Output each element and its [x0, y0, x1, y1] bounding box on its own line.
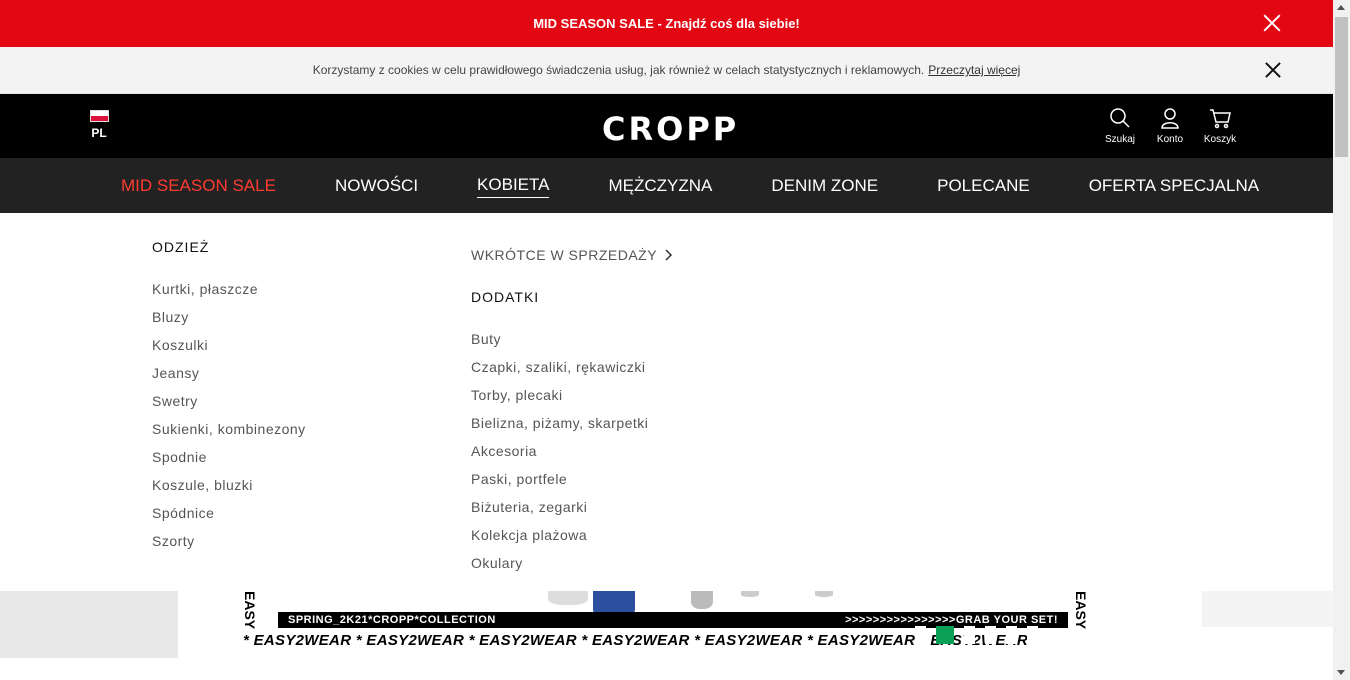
carousel-dot[interactable]: [964, 626, 975, 644]
nav-item-nowosci[interactable]: NOWOŚCI: [335, 174, 418, 198]
account-button[interactable]: Konto: [1153, 106, 1187, 145]
menu-link[interactable]: Buty: [471, 331, 673, 359]
main-navigation: MID SEASON SALE NOWOŚCI KOBIETA MĘŻCZYZN…: [0, 158, 1333, 213]
banner-image-left: [0, 591, 178, 658]
header: PL CROPP Szukaj Konto Koszyk: [0, 94, 1333, 158]
strip-left-text: SPRING_2K21*CROPP*COLLECTION: [288, 614, 496, 626]
nav-item-kobieta[interactable]: KOBIETA: [477, 173, 550, 198]
language-label: PL: [91, 126, 107, 140]
search-button[interactable]: Szukaj: [1103, 106, 1137, 145]
menu-link[interactable]: Spódnice: [152, 505, 306, 533]
nav-item-mezczyzna[interactable]: MĘŻCZYZNA: [608, 174, 712, 198]
menu-link[interactable]: Jeansy: [152, 365, 306, 393]
menu-link[interactable]: Paski, portfele: [471, 471, 673, 499]
dodatki-column: WKRÓTCE W SPRZEDAŻY DODATKI Buty Czapki,…: [471, 239, 673, 583]
carousel-dot[interactable]: [985, 626, 996, 644]
carousel-dot[interactable]: [915, 626, 926, 644]
search-icon: [1110, 108, 1130, 128]
cart-icon: [1210, 109, 1231, 129]
promo-text[interactable]: MID SEASON SALE - Znajdź coś dla siebie!: [533, 16, 800, 31]
page: MID SEASON SALE - Znajdź coś dla siebie!…: [0, 0, 1333, 680]
hero-banner[interactable]: SPRING_2K21*CROPP*COLLECTION >>>>>>>>>>>…: [0, 591, 1333, 680]
cart-button[interactable]: Koszyk: [1203, 106, 1237, 145]
shoe-image: [815, 591, 833, 597]
promo-bar[interactable]: MID SEASON SALE - Znajdź coś dla siebie!: [0, 0, 1333, 47]
banner-side-text: EASY: [1073, 591, 1088, 630]
chevron-right-icon: [665, 249, 673, 261]
account-label: Konto: [1156, 134, 1184, 145]
nav-item-oferta-specjalna[interactable]: OFERTA SPECJALNA: [1089, 174, 1259, 198]
menu-link[interactable]: Koszulki: [152, 337, 306, 365]
close-icon[interactable]: [1263, 14, 1281, 32]
menu-link[interactable]: Torby, plecaki: [471, 387, 673, 415]
menu-link[interactable]: Biżuteria, zegarki: [471, 499, 673, 527]
menu-link[interactable]: Czapki, szaliki, rękawiczki: [471, 359, 673, 387]
scrollbar[interactable]: [1333, 0, 1350, 680]
scrollbar-thumb[interactable]: [1335, 17, 1348, 157]
menu-link[interactable]: Koszule, bluzki: [152, 477, 306, 505]
poland-flag-icon: [89, 110, 109, 122]
cart-label: Koszyk: [1203, 134, 1237, 145]
coming-soon-link[interactable]: WKRÓTCE W SPRZEDAŻY: [471, 247, 673, 263]
banner-repeat-text: * EASY2WEAR * EASY2WEAR * EASY2WEAR * EA…: [243, 632, 1029, 649]
cookie-read-more-link[interactable]: Przeczytaj więcej: [928, 63, 1020, 77]
carousel-dot[interactable]: [936, 626, 954, 644]
carousel-dots: [915, 626, 1038, 644]
strip-right-text: >>>>>>>>>>>>>>>>GRAB YOUR SET!: [845, 614, 1058, 626]
menu-link[interactable]: Bielizna, piżamy, skarpetki: [471, 415, 673, 443]
menu-link[interactable]: Szorty: [152, 533, 306, 561]
user-icon: [1161, 108, 1179, 129]
shoe-image: [691, 591, 713, 609]
carousel-dot[interactable]: [1006, 626, 1017, 644]
menu-link[interactable]: Kolekcja plażowa: [471, 527, 673, 555]
odziez-heading[interactable]: ODZIEŻ: [152, 239, 306, 255]
mega-menu: ODZIEŻ Kurtki, płaszcze Bluzy Koszulki J…: [0, 213, 1333, 591]
nav-item-polecane[interactable]: POLECANE: [937, 174, 1030, 198]
scroll-up-icon[interactable]: [1337, 5, 1345, 10]
nav-item-denim-zone[interactable]: DENIM ZONE: [771, 174, 878, 198]
menu-link[interactable]: Bluzy: [152, 309, 306, 337]
search-label: Szukaj: [1104, 134, 1135, 145]
scroll-down-icon[interactable]: [1337, 670, 1345, 675]
banner-image-right: [1202, 591, 1333, 627]
cookie-text: Korzystamy z cookies w celu prawidłowego…: [312, 63, 925, 77]
menu-link[interactable]: Spodnie: [152, 449, 306, 477]
odziez-column: ODZIEŻ Kurtki, płaszcze Bluzy Koszulki J…: [152, 239, 306, 561]
menu-link[interactable]: Sukienki, kombinezony: [152, 421, 306, 449]
banner-side-text: EASY: [243, 591, 258, 630]
coming-soon-label: WKRÓTCE W SPRZEDAŻY: [471, 247, 658, 263]
menu-link[interactable]: Akcesoria: [471, 443, 673, 471]
header-tools: Szukaj Konto Koszyk: [1103, 106, 1237, 145]
menu-link[interactable]: Kurtki, płaszcze: [152, 281, 306, 309]
close-icon[interactable]: [1265, 62, 1281, 78]
dodatki-heading[interactable]: DODATKI: [471, 289, 673, 305]
cropp-logo[interactable]: CROPP: [602, 110, 739, 148]
cookie-banner: Korzystamy z cookies w celu prawidłowego…: [0, 47, 1333, 94]
nav-item-mid-season-sale[interactable]: MID SEASON SALE: [121, 174, 276, 198]
menu-link[interactable]: Swetry: [152, 393, 306, 421]
language-selector[interactable]: PL: [89, 110, 109, 140]
shoe-image: [548, 591, 588, 605]
menu-link[interactable]: Okulary: [471, 555, 673, 583]
carousel-dot[interactable]: [1027, 626, 1038, 644]
shoe-image: [741, 591, 759, 597]
